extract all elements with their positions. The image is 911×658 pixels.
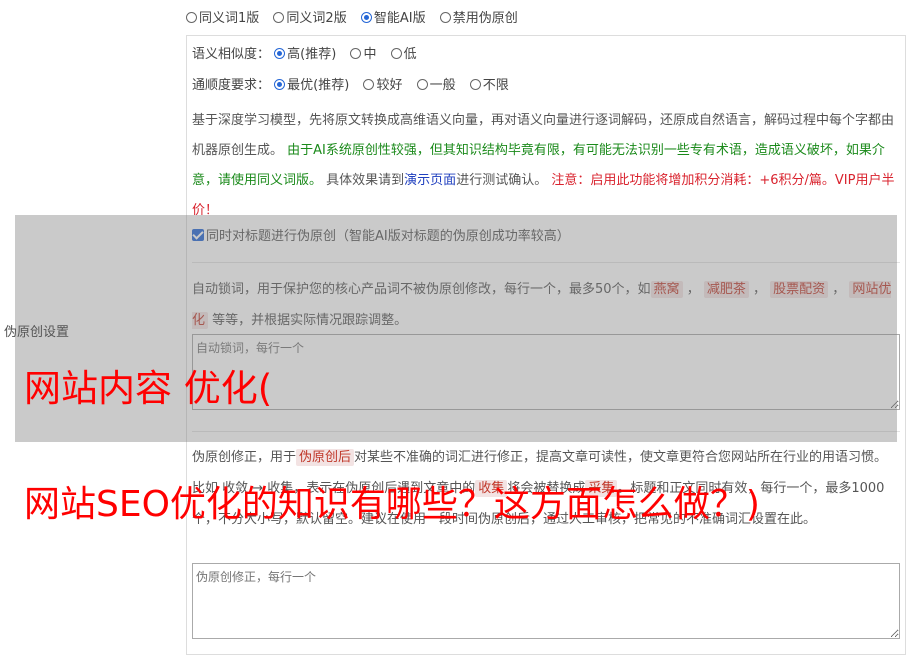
radio-selected-icon[interactable] (360, 12, 372, 23)
similarity-low[interactable]: 低 (390, 47, 417, 62)
similarity-label: 语义相似度： (192, 47, 271, 62)
radio-icon[interactable] (469, 79, 481, 90)
fluency-label: 通顺度要求： (192, 78, 271, 93)
desc-text: 进行测试确认。 (456, 173, 548, 188)
radio-icon[interactable] (416, 79, 428, 90)
fix-desc-text: 伪原创修正，用于 (192, 450, 297, 465)
correction-input[interactable] (192, 563, 900, 639)
radio-selected-icon[interactable] (274, 79, 286, 90)
mode-option-label: 智能AI版 (373, 11, 426, 26)
option-label: 较好 (376, 78, 403, 93)
option-label: 低 (403, 47, 417, 62)
mode-option-ai[interactable]: 智能AI版 (360, 11, 426, 26)
option-label: 高(推荐) (287, 47, 337, 62)
radio-icon[interactable] (439, 12, 451, 23)
fluency-row: 通顺度要求： 最优(推荐) 较好 一般 不限 (192, 76, 519, 96)
correction-description: 伪原创修正，用于 伪原创后 对某些不准确的词汇进行修正，提高文章可读性，使文章更符合… (192, 442, 900, 535)
fluency-any[interactable]: 不限 (469, 78, 509, 93)
radio-icon[interactable] (363, 79, 375, 90)
mode-option-label: 同义词2版 (286, 11, 347, 26)
mode-option-disable[interactable]: 禁用伪原创 (439, 11, 518, 26)
option-label: 中 (363, 47, 377, 62)
demo-page-link[interactable]: 演示页面 (404, 173, 456, 188)
radio-icon[interactable] (350, 48, 362, 59)
highlight-tag: 采集 (585, 480, 618, 497)
radio-selected-icon[interactable] (274, 48, 286, 59)
desc-text: 具体效果请到 (326, 173, 405, 188)
mode-option-label: 同义词1版 (199, 11, 260, 26)
radio-icon[interactable] (186, 12, 197, 23)
fluency-normal[interactable]: 一般 (416, 78, 456, 93)
rewrite-settings-label: 伪原创设置 (4, 325, 70, 340)
similarity-high[interactable]: 高(推荐) (274, 47, 336, 62)
highlight-tag: 伪原创后 (296, 449, 355, 466)
mode-option-label: 禁用伪原创 (452, 11, 518, 26)
radio-icon[interactable] (390, 48, 402, 59)
similarity-mid[interactable]: 中 (350, 47, 376, 62)
rewrite-mode-group: 同义词1版 同义词2版 智能AI版 禁用伪原创 (186, 10, 528, 28)
similarity-row: 语义相似度： 高(推荐) 中 低 (192, 45, 427, 65)
option-label: 一般 (429, 78, 456, 93)
option-label: 最优(推荐) (287, 78, 350, 93)
fluency-best[interactable]: 最优(推荐) (274, 78, 349, 93)
fluency-good[interactable]: 较好 (363, 78, 402, 93)
ai-description: 基于深度学习模型，先将原文转换成高维语义向量，再对语义向量进行逐词解码，还原成自… (192, 106, 900, 226)
option-label: 不限 (482, 78, 509, 93)
highlight-tag: 收集 (475, 480, 508, 497)
mode-option-synonym1[interactable]: 同义词1版 (186, 11, 259, 26)
mode-option-synonym2[interactable]: 同义词2版 (273, 11, 347, 26)
radio-icon[interactable] (273, 12, 285, 23)
fix-desc-text: 将会被替换成 (507, 481, 586, 496)
gray-overlay-band (15, 215, 897, 442)
